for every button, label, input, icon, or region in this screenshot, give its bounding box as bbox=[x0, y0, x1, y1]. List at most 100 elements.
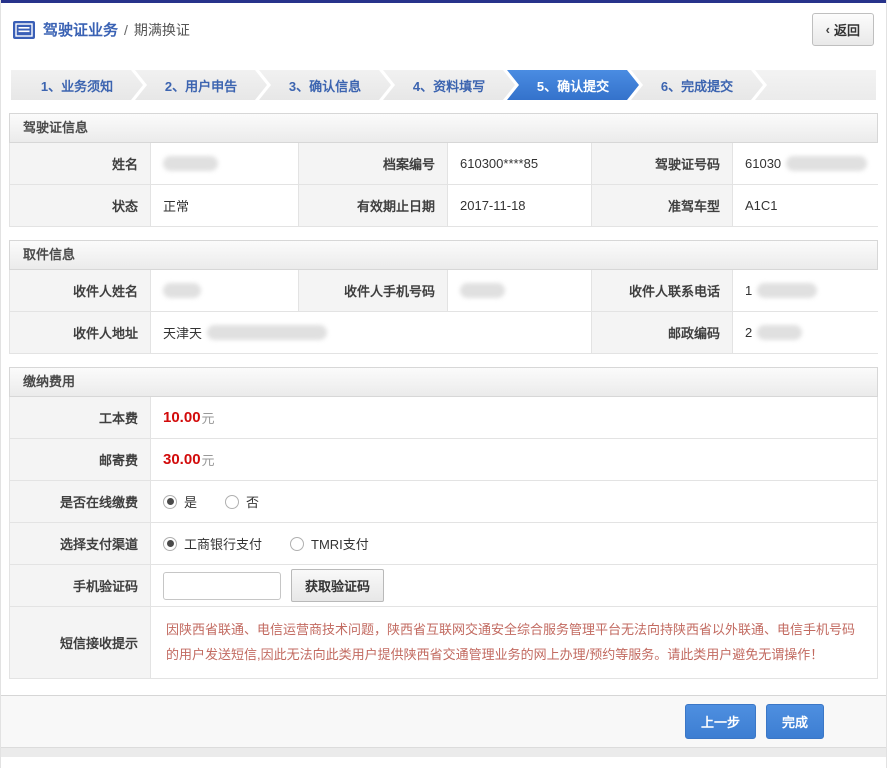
name-value bbox=[151, 143, 299, 184]
table-row: 收件人地址 天津天 邮政编码 2 bbox=[10, 311, 879, 353]
radio-online-pay-no[interactable]: 否 bbox=[225, 492, 259, 511]
radio-online-pay-yes[interactable]: 是 bbox=[163, 492, 197, 511]
postcode-value: 2 bbox=[733, 312, 879, 353]
radio-label: 否 bbox=[246, 495, 260, 510]
redacted-address bbox=[207, 325, 328, 340]
back-chevron-icon: ‹ bbox=[825, 22, 830, 37]
production-fee-amount: 10.00 bbox=[163, 409, 201, 426]
sms-notice-label: 短信接收提示 bbox=[10, 607, 151, 678]
header: 驾驶证业务 / 期满换证 ‹ 返回 bbox=[1, 3, 886, 56]
address-label: 收件人地址 bbox=[10, 312, 151, 353]
redacted-recipient-mobile bbox=[460, 283, 505, 298]
postcode-label: 邮政编码 bbox=[592, 312, 733, 353]
breadcrumb-current: 期满换证 bbox=[133, 21, 190, 38]
footer-action-bar: 上一步 完成 bbox=[1, 694, 886, 747]
expiry-value: 2017-11-18 bbox=[448, 185, 592, 226]
production-fee-value: 10.00 元 bbox=[151, 397, 877, 438]
postage-fee-label: 邮寄费 bbox=[10, 439, 151, 480]
recipient-mobile-label: 收件人手机号码 bbox=[299, 270, 448, 311]
section-payment: 缴纳费用 工本费 10.00 元 邮寄费 30.00 元 是否在线缴费 是 否 … bbox=[9, 367, 878, 679]
radio-label: 是 bbox=[184, 495, 198, 510]
get-code-button[interactable]: 获取验证码 bbox=[291, 569, 385, 602]
redacted-name bbox=[163, 156, 218, 171]
table-row: 状态 正常 有效期止日期 2017-11-18 准驾车型 A1C1 bbox=[10, 184, 879, 226]
sms-code-label: 手机验证码 bbox=[10, 565, 151, 606]
channel-label: 选择支付渠道 bbox=[10, 523, 151, 564]
radio-dot-icon bbox=[290, 536, 305, 551]
redacted-recipient-name bbox=[163, 283, 201, 298]
section-title-license: 驾驶证信息 bbox=[9, 113, 878, 143]
table-row: 工本费 10.00 元 bbox=[10, 397, 877, 438]
license-table: 姓名 档案编号 610300****85 驾驶证号码 61030 状态 正常 有… bbox=[9, 143, 879, 227]
status-label: 状态 bbox=[10, 185, 151, 226]
table-row: 姓名 档案编号 610300****85 驾驶证号码 61030 bbox=[10, 143, 879, 184]
redacted-recipient-phone bbox=[757, 283, 818, 298]
step-wizard: 1、业务须知 2、用户申告 3、确认信息 4、资料填写 5、确认提交 6、完成提… bbox=[11, 70, 876, 100]
license-no-label: 驾驶证号码 bbox=[592, 143, 733, 184]
postage-fee-value: 30.00 元 bbox=[151, 439, 877, 480]
redacted-postcode bbox=[757, 325, 803, 340]
pickup-table: 收件人姓名 收件人手机号码 收件人联系电话 1 收件人地址 天津天 邮政编码 2 bbox=[9, 270, 879, 354]
step-2-user-declaration[interactable]: 2、用户申告 bbox=[135, 70, 267, 100]
file-no-label: 档案编号 bbox=[299, 143, 448, 184]
license-no-prefix: 61030 bbox=[745, 156, 782, 171]
radio-dot-icon bbox=[163, 494, 177, 509]
address-value: 天津天 bbox=[151, 312, 592, 353]
radio-label: TMRI支付 bbox=[311, 537, 369, 552]
radio-label: 工商银行支付 bbox=[184, 537, 263, 552]
step-3-confirm-info[interactable]: 3、确认信息 bbox=[259, 70, 391, 100]
license-form-icon bbox=[13, 20, 35, 39]
vehicle-class-value: A1C1 bbox=[733, 185, 879, 226]
step-6-complete-submit[interactable]: 6、完成提交 bbox=[631, 70, 763, 100]
recipient-name-value bbox=[151, 270, 299, 311]
address-prefix: 天津天 bbox=[163, 326, 203, 341]
name-label: 姓名 bbox=[10, 143, 151, 184]
fee-unit: 元 bbox=[201, 453, 215, 468]
radio-channel-tmri[interactable]: TMRI支付 bbox=[290, 534, 369, 553]
recipient-name-label: 收件人姓名 bbox=[10, 270, 151, 311]
sms-code-field: 获取验证码 bbox=[151, 565, 877, 606]
radio-dot-icon bbox=[225, 494, 240, 509]
online-pay-label: 是否在线缴费 bbox=[10, 481, 151, 522]
step-4-fill-data[interactable]: 4、资料填写 bbox=[383, 70, 515, 100]
file-no-value: 610300****85 bbox=[448, 143, 592, 184]
postcode-prefix: 2 bbox=[745, 325, 753, 340]
redacted-license-no bbox=[786, 156, 867, 171]
breadcrumb-separator: / bbox=[124, 21, 128, 38]
bottom-strip bbox=[1, 746, 886, 757]
table-row: 短信接收提示 因陕西省联通、电信运营商技术问题，陕西省互联网交通安全综合服务管理… bbox=[10, 606, 877, 678]
section-title-pickup: 取件信息 bbox=[9, 240, 878, 270]
license-no-value: 61030 bbox=[733, 143, 879, 184]
table-row: 邮寄费 30.00 元 bbox=[10, 438, 877, 480]
page-title: 驾驶证业务 bbox=[43, 22, 119, 39]
recipient-phone-label: 收件人联系电话 bbox=[592, 270, 733, 311]
expiry-label: 有效期止日期 bbox=[299, 185, 448, 226]
online-pay-options: 是 否 bbox=[151, 481, 877, 522]
previous-step-button[interactable]: 上一步 bbox=[684, 703, 756, 739]
channel-options: 工商银行支付 TMRI支付 bbox=[151, 523, 877, 564]
step-1-business-notes[interactable]: 1、业务须知 bbox=[11, 70, 143, 100]
back-button[interactable]: ‹ 返回 bbox=[811, 13, 874, 46]
status-value: 正常 bbox=[151, 185, 299, 226]
sms-code-input[interactable] bbox=[163, 571, 281, 600]
finish-button[interactable]: 完成 bbox=[765, 703, 824, 739]
fee-unit: 元 bbox=[201, 411, 215, 426]
sms-notice-text: 因陕西省联通、电信运营商技术问题，陕西省互联网交通安全综合服务管理平台无法向持陕… bbox=[166, 622, 856, 663]
payment-table: 工本费 10.00 元 邮寄费 30.00 元 是否在线缴费 是 否 选择支付渠… bbox=[9, 397, 878, 679]
sms-notice-value: 因陕西省联通、电信运营商技术问题，陕西省互联网交通安全综合服务管理平台无法向持陕… bbox=[151, 607, 877, 678]
recipient-phone-value: 1 bbox=[733, 270, 879, 311]
table-row: 是否在线缴费 是 否 bbox=[10, 480, 877, 522]
step-bar-filler bbox=[755, 70, 876, 100]
table-row: 手机验证码 获取验证码 bbox=[10, 564, 877, 606]
back-button-label: 返回 bbox=[833, 23, 860, 38]
step-5-confirm-submit[interactable]: 5、确认提交 bbox=[507, 70, 639, 100]
production-fee-label: 工本费 bbox=[10, 397, 151, 438]
vehicle-class-label: 准驾车型 bbox=[592, 185, 733, 226]
radio-channel-icbc[interactable]: 工商银行支付 bbox=[163, 534, 262, 553]
postage-fee-amount: 30.00 bbox=[163, 451, 201, 468]
recipient-phone-prefix: 1 bbox=[745, 283, 753, 298]
page: 驾驶证业务 / 期满换证 ‹ 返回 1、业务须知 2、用户申告 3、确认信息 4… bbox=[0, 0, 887, 768]
table-row: 选择支付渠道 工商银行支付 TMRI支付 bbox=[10, 522, 877, 564]
table-row: 收件人姓名 收件人手机号码 收件人联系电话 1 bbox=[10, 270, 879, 311]
recipient-mobile-value bbox=[448, 270, 592, 311]
